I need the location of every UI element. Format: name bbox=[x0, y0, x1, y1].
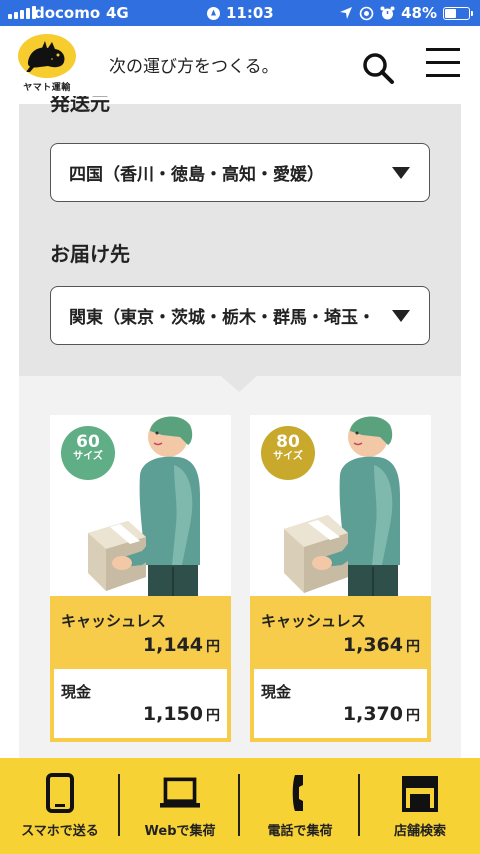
nav-label: スマホで送る bbox=[21, 824, 99, 839]
currency-yen: 円 bbox=[406, 708, 420, 724]
tagline: 次の運び方をつくる。 bbox=[109, 57, 279, 77]
cash-price-block: 現金 1,370 円 bbox=[254, 669, 427, 738]
nav-web-pickup[interactable]: Webで集荷 bbox=[120, 758, 240, 854]
alarm-icon bbox=[380, 6, 395, 19]
cashless-price: 1,144 bbox=[142, 634, 203, 656]
cash-price-block: 現金 1,150 円 bbox=[54, 669, 227, 738]
status-bar: docomo 4G 11:03 48% bbox=[0, 0, 480, 26]
origin-select-value: 四国（香川・徳島・高知・愛媛） bbox=[69, 165, 324, 185]
menu-button[interactable] bbox=[426, 48, 462, 82]
cash-price: 1,370 bbox=[342, 703, 403, 725]
cashless-price: 1,364 bbox=[342, 634, 403, 656]
nav-phone-pickup[interactable]: 電話で集荷 bbox=[240, 758, 360, 854]
battery-percent: 48% bbox=[401, 4, 437, 22]
size-number: 80 bbox=[276, 432, 300, 452]
size-number: 60 bbox=[76, 432, 100, 452]
cash-price: 1,150 bbox=[142, 703, 203, 725]
nav-label: 店舗検索 bbox=[393, 824, 446, 839]
nav-store-search[interactable]: 店舗検索 bbox=[360, 758, 480, 854]
cashless-label: キャッシュレス bbox=[61, 612, 166, 630]
bottom-navigation: スマホで送る Webで集荷 電話で集荷 店舗検索 bbox=[0, 758, 480, 854]
search-button[interactable] bbox=[360, 50, 396, 86]
yamato-logo[interactable]: ヤマト運輸 bbox=[18, 34, 76, 96]
store-icon bbox=[400, 772, 440, 814]
location-services-icon bbox=[207, 6, 220, 20]
size-card-80[interactable]: 80 サイズ キャッシュレス 1,364 円 現金 1,370 円 bbox=[250, 415, 431, 742]
dropdown-arrow-icon bbox=[392, 310, 410, 322]
destination-label: お届け先 bbox=[50, 242, 130, 266]
destination-select-value: 関東（東京・茨城・栃木・群馬・埼玉・千葉・神奈川・山梨） bbox=[69, 308, 369, 328]
cash-label: 現金 bbox=[61, 683, 92, 701]
currency-yen: 円 bbox=[206, 708, 220, 724]
dropdown-arrow-icon bbox=[392, 167, 410, 179]
network-type: 4G bbox=[106, 4, 129, 22]
phone-icon bbox=[280, 772, 320, 814]
status-time: 11:03 bbox=[226, 4, 274, 22]
origin-select[interactable]: 四国（香川・徳島・高知・愛媛） bbox=[50, 143, 430, 202]
navigation-arrow-icon bbox=[340, 7, 353, 19]
currency-yen: 円 bbox=[406, 639, 420, 655]
currency-yen: 円 bbox=[206, 639, 220, 655]
cashless-label: キャッシュレス bbox=[261, 612, 366, 630]
size-card-60[interactable]: 60 サイズ キャッシュレス 1,144 円 現金 1,150 円 bbox=[50, 415, 231, 742]
black-cat-logo-icon bbox=[26, 41, 65, 72]
origin-label: 発送元 bbox=[50, 96, 110, 115]
size-unit: サイズ bbox=[73, 451, 103, 462]
nav-label: Webで集荷 bbox=[144, 824, 216, 839]
nav-send-by-smartphone[interactable]: スマホで送る bbox=[0, 758, 120, 854]
size-badge: 60 サイズ bbox=[61, 426, 115, 480]
signal-strength-icon bbox=[8, 6, 36, 19]
hamburger-menu-icon bbox=[426, 48, 462, 77]
site-header: ヤマト運輸 次の運び方をつくる。 bbox=[0, 26, 480, 104]
destination-select[interactable]: 関東（東京・茨城・栃木・群馬・埼玉・千葉・神奈川・山梨） bbox=[50, 286, 430, 345]
screen-lock-icon bbox=[359, 6, 374, 20]
result-pointer bbox=[221, 376, 257, 392]
smartphone-icon bbox=[40, 772, 80, 814]
size-badge: 80 サイズ bbox=[261, 426, 315, 480]
cash-label: 現金 bbox=[261, 683, 292, 701]
carrier-name: docomo bbox=[34, 4, 101, 22]
battery-icon bbox=[443, 6, 473, 20]
nav-label: 電話で集荷 bbox=[267, 824, 333, 839]
laptop-icon bbox=[160, 772, 200, 814]
size-unit: サイズ bbox=[273, 451, 303, 462]
search-icon bbox=[363, 53, 394, 84]
logo-text: ヤマト運輸 bbox=[23, 83, 71, 93]
